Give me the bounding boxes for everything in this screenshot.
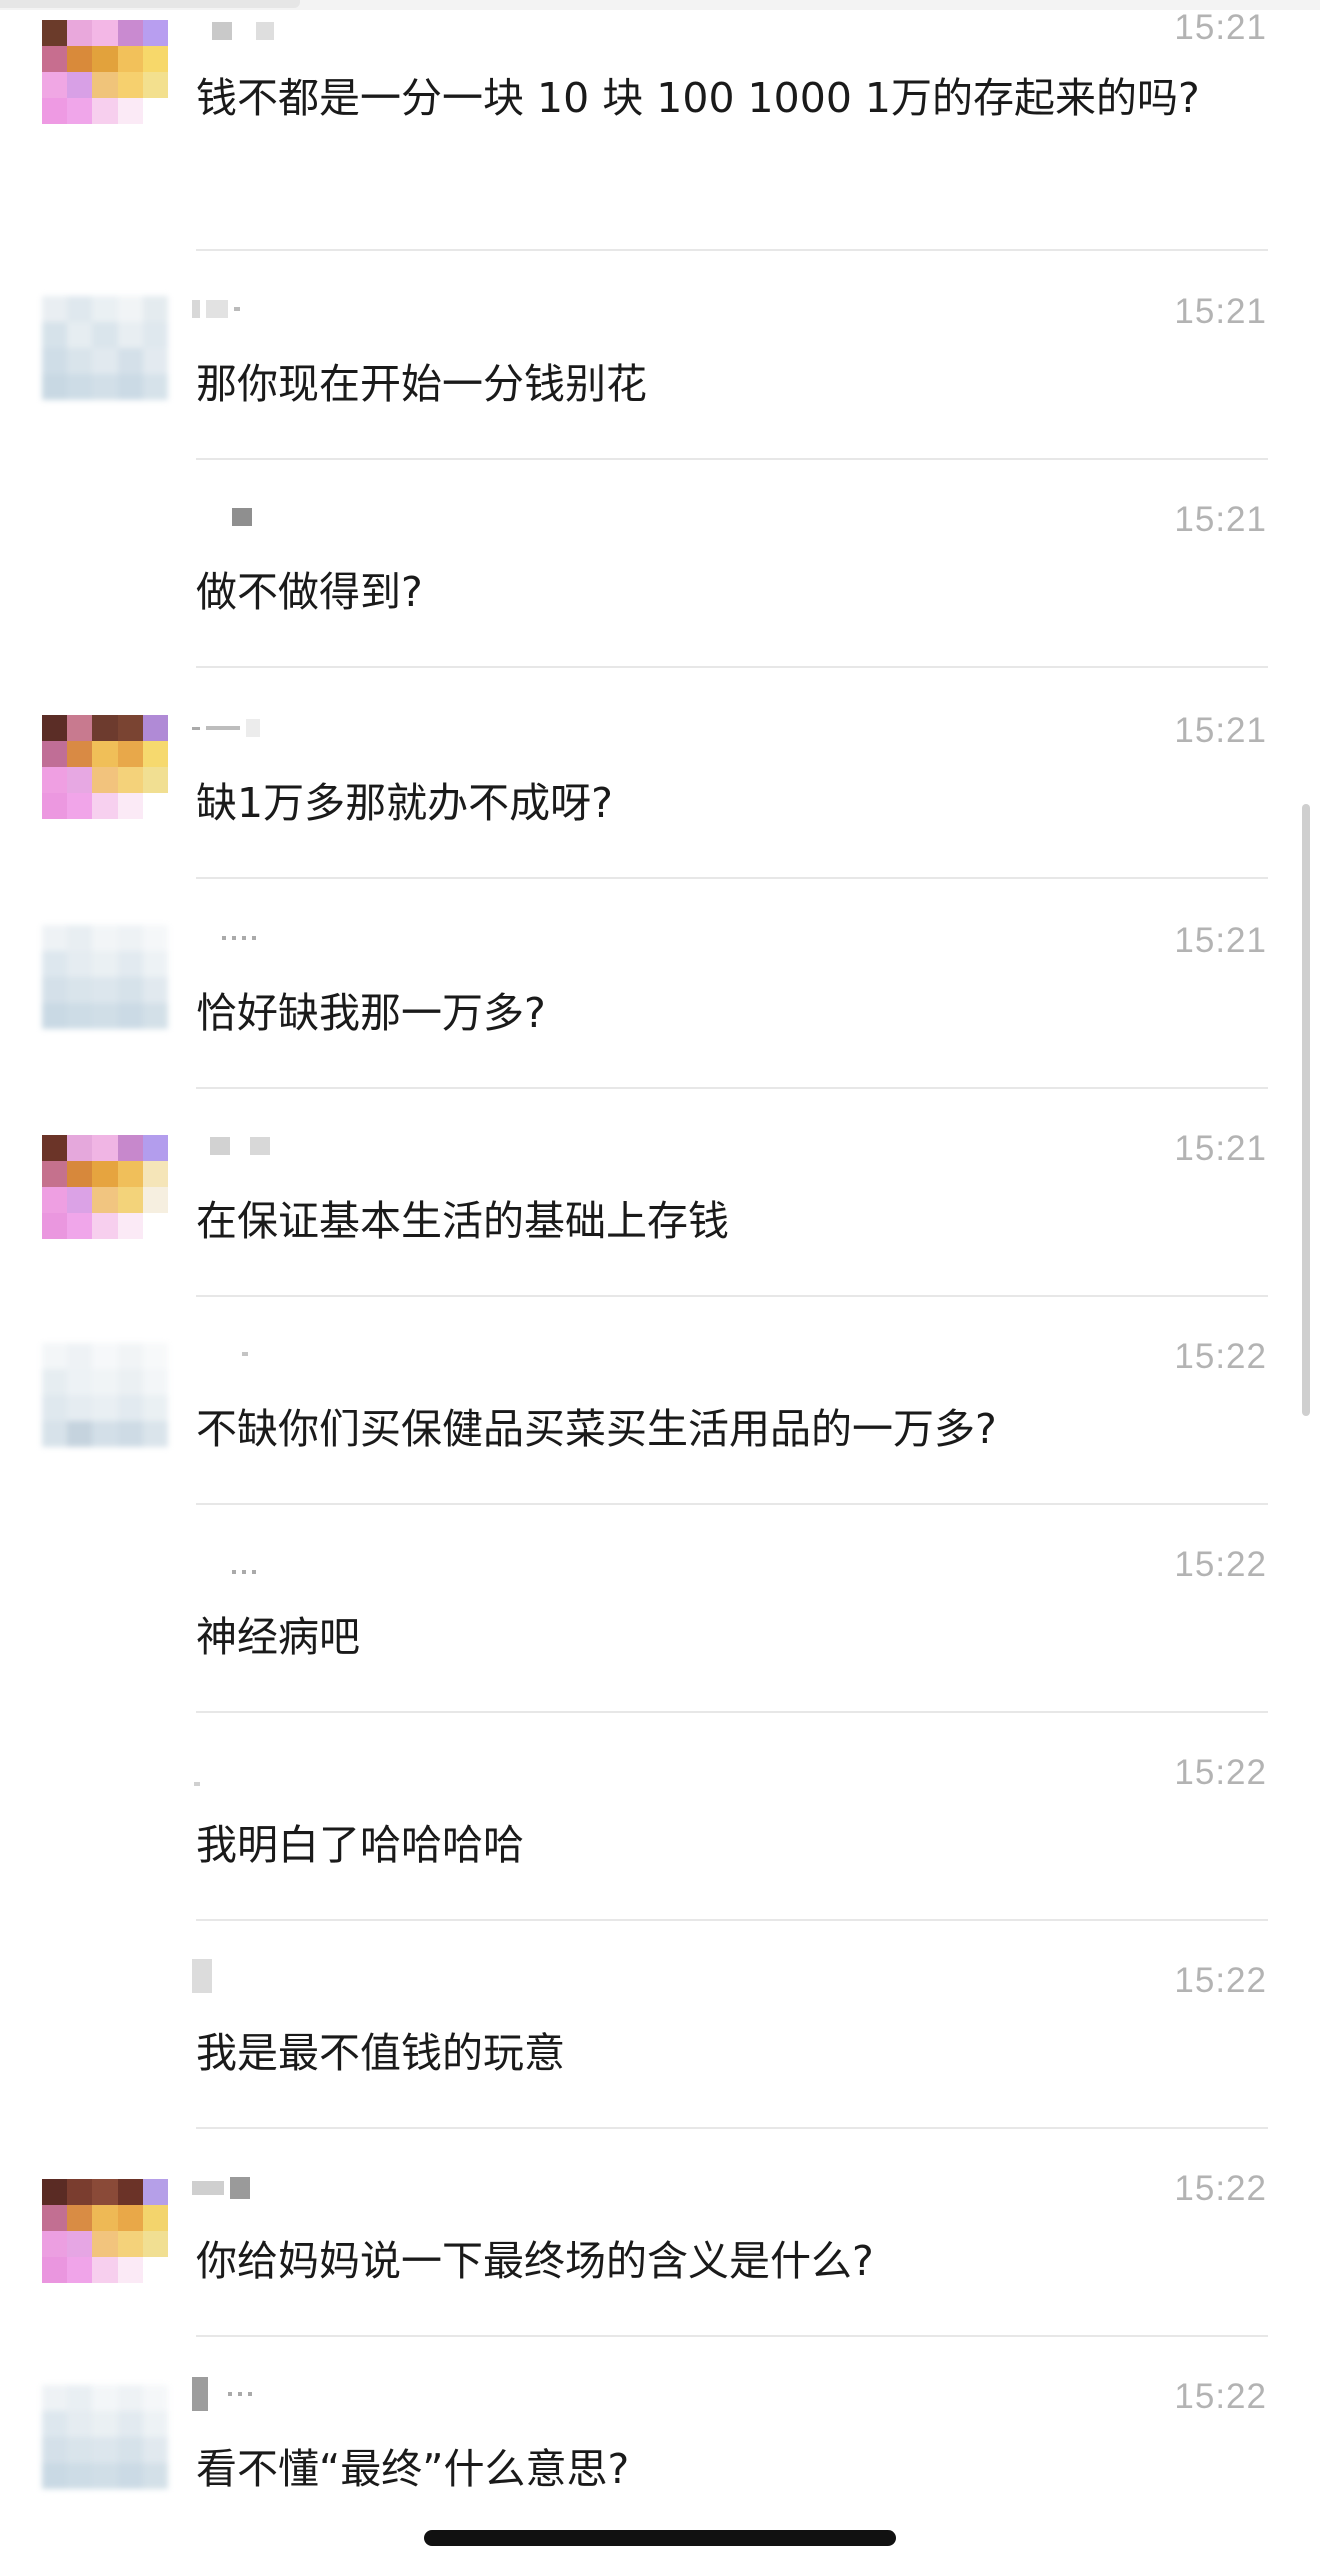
message-text: 恰好缺我那一万多? (196, 989, 546, 1037)
sender-name-redacted (192, 506, 252, 528)
avatar[interactable] (42, 296, 168, 400)
message-row[interactable]: 15:21 缺1万多那就办不成呀? (0, 669, 1320, 879)
message-time: 15:22 (1174, 1545, 1267, 1584)
message-time: 15:21 (1174, 292, 1267, 331)
avatar[interactable] (42, 1135, 168, 1239)
message-row[interactable]: 15:22 不缺你们买保健品买菜买生活用品的一万多? (0, 1297, 1320, 1507)
avatar[interactable] (42, 2385, 168, 2489)
message-text: 我明白了哈哈哈哈 (196, 1821, 524, 1869)
message-text: 钱不都是一分一块 10 块 100 1000 1万的存起来的吗? (196, 74, 1200, 122)
divider (196, 249, 1268, 251)
message-row[interactable]: 15:21 恰好缺我那一万多? (0, 879, 1320, 1089)
message-text: 神经病吧 (196, 1613, 360, 1661)
message-time: 15:21 (1174, 921, 1267, 960)
message-time: 15:22 (1174, 1753, 1267, 1792)
message-time: 15:22 (1174, 2169, 1267, 2208)
message-row[interactable]: 15:22 看不懂“最终”什么意思? (0, 2337, 1320, 2547)
message-time: 15:22 (1174, 1961, 1267, 2000)
sender-name-redacted (192, 298, 240, 320)
divider (196, 666, 1268, 668)
message-time: 15:22 (1174, 2377, 1267, 2416)
message-row[interactable]: 15:22 我明白了哈哈哈哈 (0, 1713, 1320, 1923)
message-text: 看不懂“最终”什么意思? (196, 2445, 630, 2493)
sender-name-redacted (192, 927, 256, 949)
message-time: 15:22 (1174, 1337, 1267, 1376)
message-row[interactable]: 15:21 在保证基本生活的基础上存钱 (0, 1089, 1320, 1299)
message-text: 那你现在开始一分钱别花 (196, 360, 647, 408)
message-time: 15:21 (1174, 711, 1267, 750)
message-text: 做不做得到? (196, 568, 423, 616)
message-text: 缺1万多那就办不成呀? (196, 779, 613, 827)
message-row[interactable]: 15:22 你给妈妈说一下最终场的含义是什么? (0, 2129, 1320, 2339)
sender-name-redacted (192, 1135, 270, 1157)
sender-name-redacted (192, 2177, 250, 2199)
sender-name-redacted (192, 1773, 200, 1795)
message-row[interactable]: 15:22 我是最不值钱的玩意 (0, 1921, 1320, 2131)
message-text: 我是最不值钱的玩意 (196, 2029, 565, 2077)
avatar[interactable] (42, 715, 168, 819)
avatar[interactable] (42, 20, 168, 124)
message-row[interactable]: 15:22 神经病吧 (0, 1505, 1320, 1715)
message-time: 15:21 (1174, 1129, 1267, 1168)
scrollbar[interactable] (1302, 804, 1310, 1416)
sender-name-redacted (192, 1959, 212, 1993)
sender-name-redacted (192, 2377, 252, 2411)
avatar[interactable] (42, 925, 168, 1029)
message-text: 不缺你们买保健品买菜买生活用品的一万多? (196, 1405, 997, 1453)
message-text: 在保证基本生活的基础上存钱 (196, 1197, 729, 1245)
sender-name-redacted (192, 1343, 248, 1365)
avatar[interactable] (42, 2179, 168, 2283)
sender-name-redacted (192, 717, 260, 739)
message-text: 你给妈妈说一下最终场的含义是什么? (196, 2237, 874, 2285)
home-indicator[interactable] (424, 2530, 896, 2546)
sender-name-redacted (192, 20, 274, 42)
avatar[interactable] (42, 1343, 168, 1447)
sender-name-redacted (192, 1561, 256, 1583)
message-row[interactable]: 15:21 做不做得到? (0, 460, 1320, 670)
message-row[interactable]: 15:21 那你现在开始一分钱别花 (0, 252, 1320, 462)
message-time: 15:21 (1174, 8, 1267, 47)
message-row[interactable]: 15:21 钱不都是一分一块 10 块 100 1000 1万的存起来的吗? (0, 0, 1320, 251)
message-time: 15:21 (1174, 500, 1267, 539)
